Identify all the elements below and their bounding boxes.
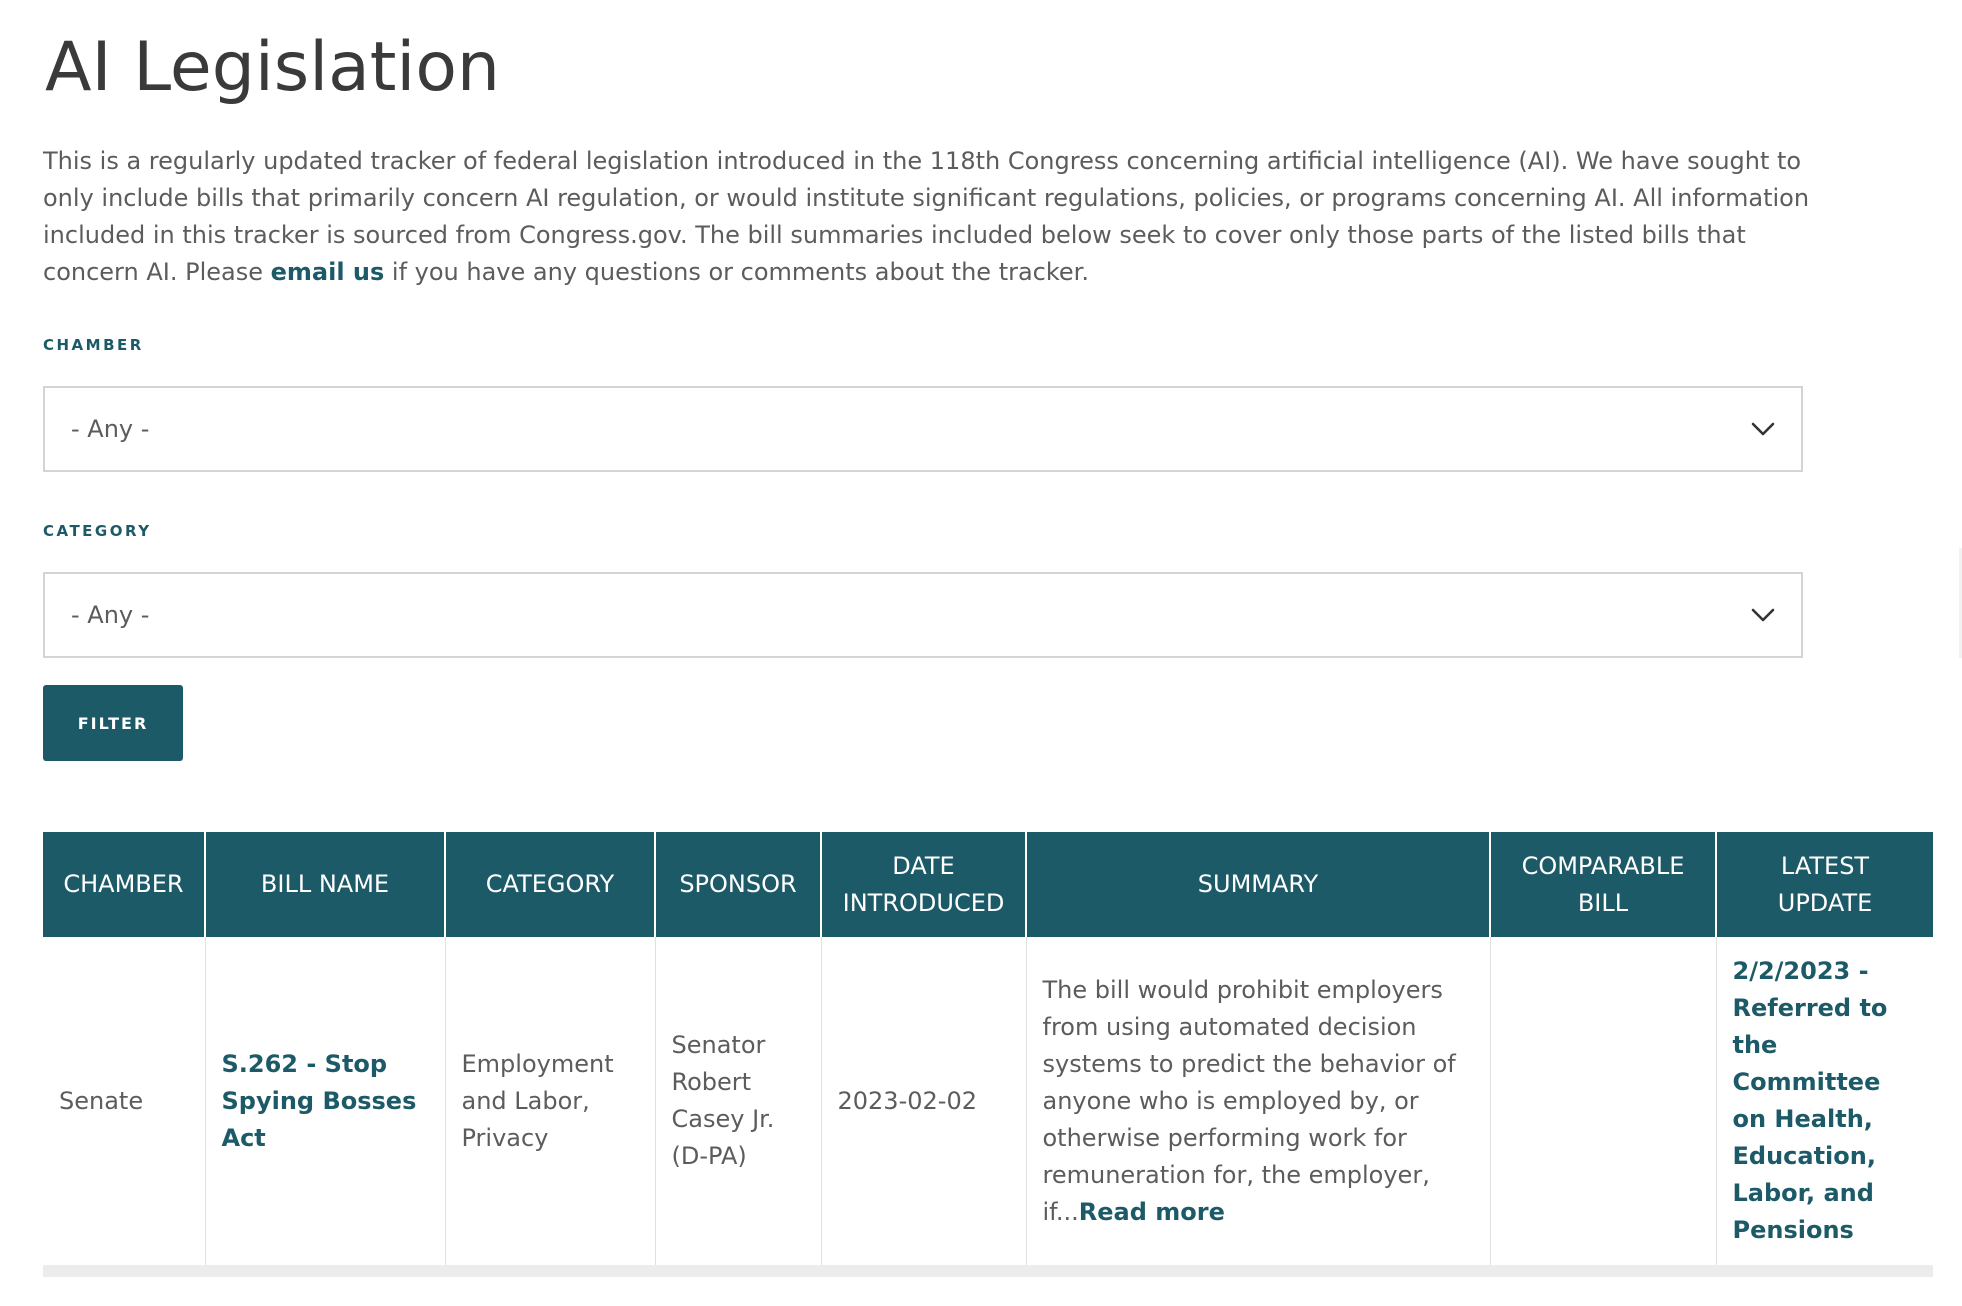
cell-bill-name: S.262 - Stop Spying Bosses Act: [205, 937, 446, 1265]
read-more-link[interactable]: Read more: [1079, 1198, 1225, 1226]
cell-comparable-bill: [1490, 937, 1717, 1265]
filter-button[interactable]: FILTER: [43, 685, 183, 761]
category-select-value: - Any -: [71, 601, 150, 629]
header-bill-name[interactable]: BILL NAME: [205, 832, 446, 937]
cell-summary: The bill would prohibit employers from u…: [1026, 937, 1491, 1265]
summary-text: The bill would prohibit employers from u…: [1042, 975, 1456, 1226]
header-summary[interactable]: SUMMARY: [1026, 832, 1491, 937]
chamber-select-value: - Any -: [71, 415, 150, 443]
cell-date-introduced: 2023-02-02: [821, 937, 1027, 1265]
header-latest-update[interactable]: LATEST UPDATE: [1716, 832, 1933, 937]
category-select[interactable]: - Any -: [43, 572, 1803, 658]
cell-latest-update: 2/2/2023 - Referred to the Committee on …: [1716, 937, 1933, 1265]
header-date-introduced[interactable]: DATE INTRODUCED: [821, 832, 1027, 937]
legislation-table: CHAMBER BILL NAME CATEGORY SPONSOR DATE …: [43, 832, 1933, 1265]
table-header-row: CHAMBER BILL NAME CATEGORY SPONSOR DATE …: [43, 832, 1933, 937]
chevron-down-icon: [1751, 608, 1775, 622]
chamber-filter-label: CHAMBER: [43, 336, 144, 354]
page-title: AI Legislation: [45, 28, 501, 107]
intro-text-end: if you have any questions or comments ab…: [384, 258, 1089, 286]
bill-name-link[interactable]: S.262 - Stop Spying Bosses Act: [222, 1050, 417, 1152]
header-sponsor[interactable]: SPONSOR: [655, 832, 822, 937]
cell-category: Employment and Labor, Privacy: [445, 937, 656, 1265]
header-category[interactable]: CATEGORY: [445, 832, 656, 937]
intro-paragraph: This is a regularly updated tracker of f…: [43, 143, 1843, 291]
chevron-down-icon: [1751, 422, 1775, 436]
table-row: Senate S.262 - Stop Spying Bosses Act Em…: [43, 937, 1933, 1265]
table-bottom-bar: [43, 1265, 1933, 1277]
category-filter-label: CATEGORY: [43, 522, 152, 540]
cell-sponsor: Senator Robert Casey Jr. (D-PA): [655, 937, 822, 1265]
header-chamber[interactable]: CHAMBER: [43, 832, 206, 937]
cell-chamber: Senate: [43, 937, 206, 1265]
header-comparable-bill[interactable]: COMPARABLE BILL: [1490, 832, 1717, 937]
chamber-select[interactable]: - Any -: [43, 386, 1803, 472]
latest-update-text: 2/2/2023 - Referred to the Committee on …: [1732, 957, 1888, 1244]
email-us-link[interactable]: email us: [271, 258, 385, 286]
